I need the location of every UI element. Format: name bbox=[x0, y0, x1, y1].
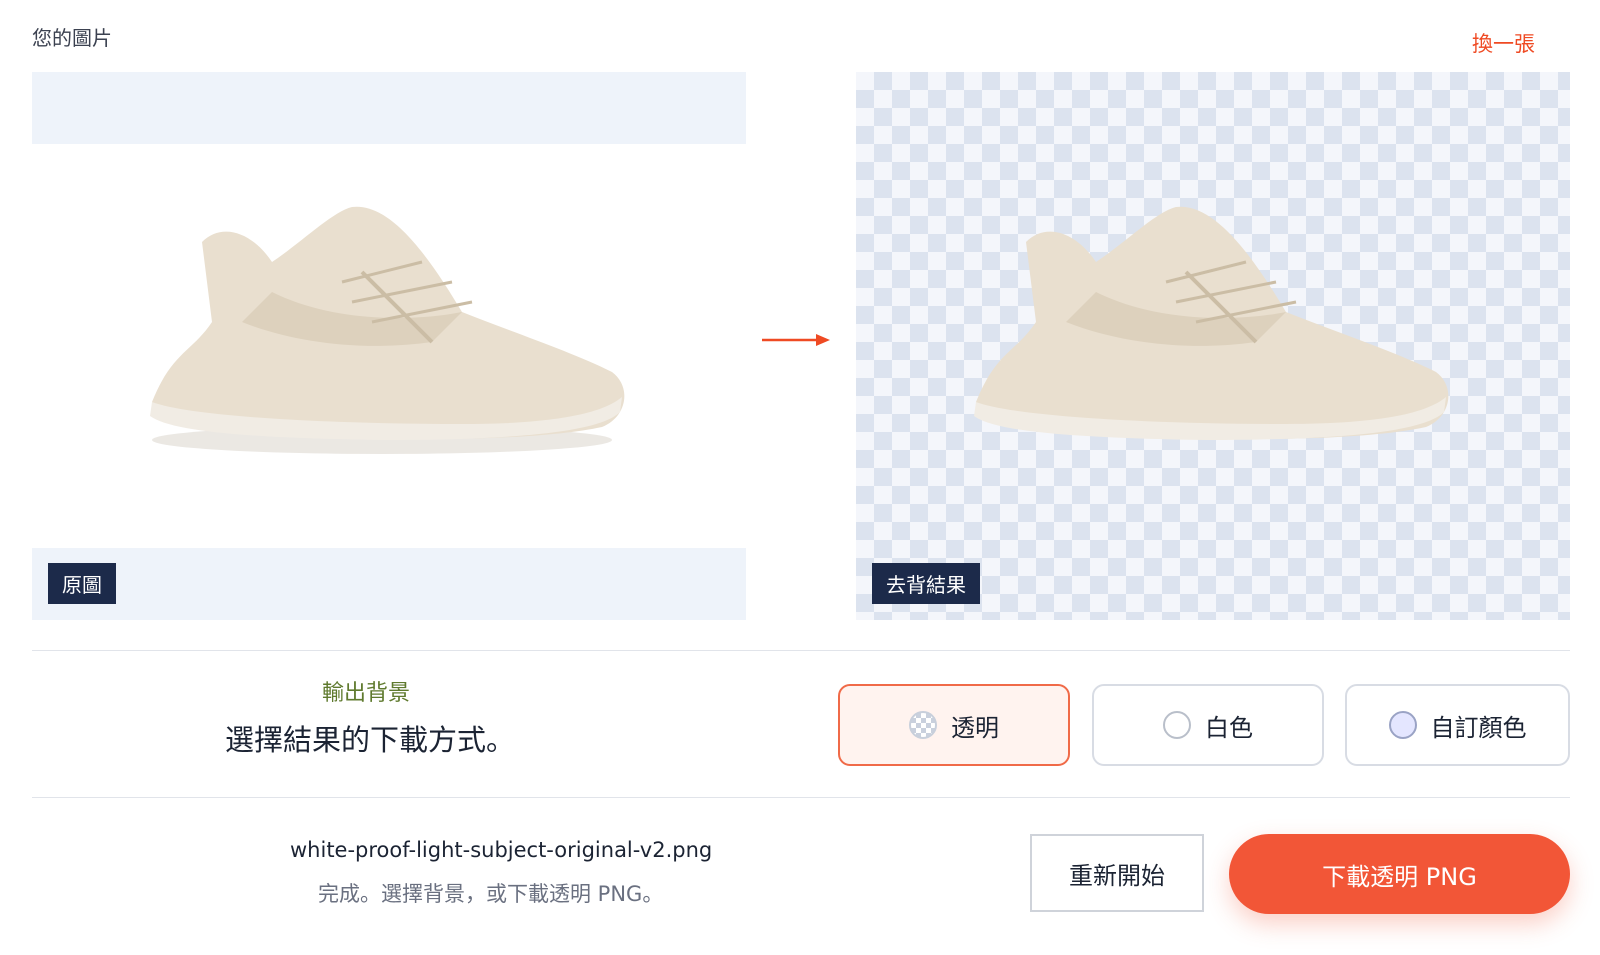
background-eyebrow: 輸出背景 bbox=[322, 681, 411, 706]
original-tag: 原圖 bbox=[48, 563, 116, 604]
background-title: 選擇結果的下載方式。 bbox=[225, 723, 516, 757]
restart-button[interactable]: 重新開始 bbox=[1030, 834, 1204, 912]
option-label: 白色 bbox=[1205, 713, 1253, 742]
option-white-button[interactable]: 白色 bbox=[1092, 684, 1324, 766]
file-name: white-proof-light-subject-original-v2.pn… bbox=[290, 838, 713, 862]
divider bbox=[32, 797, 1570, 798]
panel-band-bottom bbox=[32, 548, 746, 620]
download-png-button[interactable]: 下載透明 PNG bbox=[1229, 834, 1570, 914]
arrow-right-icon bbox=[762, 334, 830, 346]
section-label: 您的圖片 bbox=[32, 26, 112, 50]
checker-swatch-icon bbox=[909, 711, 937, 739]
custom-color-swatch-icon bbox=[1388, 711, 1417, 739]
original-image-panel: 原圖 bbox=[32, 72, 746, 620]
option-custom-color-button[interactable]: 自訂顏色 bbox=[1345, 684, 1570, 766]
divider bbox=[32, 650, 1570, 651]
shoe-image bbox=[150, 206, 625, 454]
result-tag: 去背結果 bbox=[872, 563, 980, 604]
option-label: 透明 bbox=[951, 713, 999, 742]
panel-band-top bbox=[32, 72, 746, 144]
option-label: 自訂顏色 bbox=[1430, 713, 1527, 742]
result-image-panel: 去背結果 bbox=[856, 72, 1570, 620]
shoe-cutout-image bbox=[974, 206, 1449, 440]
status-text: 完成。選擇背景，或下載透明 PNG。 bbox=[318, 882, 664, 906]
white-swatch-icon bbox=[1163, 711, 1191, 739]
option-transparent-button[interactable]: 透明 bbox=[838, 684, 1070, 766]
replace-image-link[interactable]: 換一張 bbox=[1472, 28, 1535, 58]
